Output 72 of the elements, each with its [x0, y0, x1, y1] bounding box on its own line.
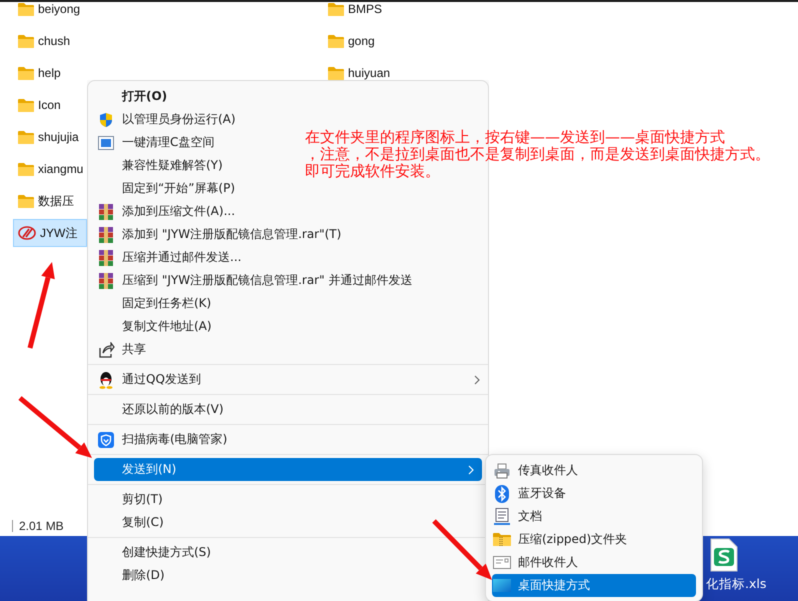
desktop-icon	[493, 579, 511, 592]
menu-item[interactable]: 压缩并通过邮件发送...	[122, 249, 242, 266]
archive-icon	[98, 204, 114, 220]
menu-item[interactable]: 复制文件地址(A)	[122, 318, 212, 335]
menu-item[interactable]: 压缩到 "JYW注册版配镜信息管理.rar" 并通过邮件发送	[122, 272, 412, 289]
document-icon	[494, 508, 510, 525]
menu-item[interactable]: 固定到任务栏(K)	[122, 295, 212, 312]
app-icon	[18, 226, 36, 240]
menu-item[interactable]: 以管理员身份运行(A)	[122, 111, 236, 128]
menu-item[interactable]: 兼容性疑难解答(Y)	[122, 157, 223, 174]
menu-item[interactable]: 发送到(N)	[94, 458, 482, 481]
menu-item[interactable]: 邮件收件人	[518, 554, 578, 571]
chevron-icon	[474, 374, 480, 384]
file-item[interactable]: huiyuan	[328, 66, 390, 80]
bluetooth-icon	[495, 484, 509, 502]
shield-icon	[98, 112, 114, 128]
file-item[interactable]: gong	[328, 34, 375, 48]
file-item[interactable]: beiyong	[18, 2, 80, 16]
spreadsheet-icon	[709, 538, 739, 572]
chevron-icon	[468, 464, 474, 474]
menu-item[interactable]: 删除(D)	[122, 567, 165, 584]
file-size: 2.01 MB	[19, 519, 64, 533]
file-item[interactable]: 数据压	[18, 192, 74, 210]
folder-icon	[18, 130, 34, 144]
menu-item[interactable]: 打开(O)	[122, 88, 168, 105]
window-icon	[98, 136, 114, 150]
menu-item[interactable]: 添加到压缩文件(A)...	[122, 203, 236, 220]
menu-item[interactable]: 传真收件人	[518, 462, 578, 479]
desktop-icon-label[interactable]: 化指标.xls	[706, 576, 766, 593]
share-icon	[98, 342, 114, 358]
annotation-text: 即可完成软件安装。	[305, 163, 441, 180]
menu-item[interactable]: 通过QQ发送到	[122, 371, 201, 388]
menu-item[interactable]: 共享	[122, 341, 146, 358]
menu-item[interactable]: 剪切(T)	[122, 491, 163, 508]
annotation-text: 在文件夹里的程序图标上，按右键——发送到——桌面快捷方式	[305, 129, 726, 146]
menu-item[interactable]: 添加到 "JYW注册版配镜信息管理.rar"(T)	[122, 226, 342, 243]
menu-item[interactable]: 复制(C)	[122, 514, 164, 531]
file-item[interactable]: xiangmu	[18, 162, 84, 176]
menu-item[interactable]: 桌面快捷方式	[492, 574, 696, 597]
menu-item[interactable]: 压缩(zipped)文件夹	[518, 531, 628, 548]
folder-icon	[18, 2, 34, 16]
file-item[interactable]: Icon	[18, 98, 61, 112]
file-item[interactable]: help	[18, 66, 61, 80]
menu-item[interactable]: 一键清理C盘空间	[122, 134, 214, 151]
shield-check-icon	[98, 432, 114, 448]
file-item[interactable]: JYW注	[13, 219, 87, 247]
folder-icon	[18, 34, 34, 48]
annotation-text: ，注意，不是拉到桌面也不是复制到桌面，而是发送到桌面快捷方式。	[305, 146, 770, 163]
folder-icon	[328, 34, 344, 48]
annotation-arrow	[432, 519, 492, 580]
archive-icon	[98, 272, 114, 288]
printer-icon	[494, 462, 510, 478]
folder-icon	[18, 194, 34, 208]
folder-icon	[18, 98, 34, 112]
file-item[interactable]: BMPS	[328, 2, 382, 16]
file-item[interactable]: chush	[18, 34, 70, 48]
menu-item[interactable]: 创建快捷方式(S)	[122, 544, 211, 561]
menu-item[interactable]: 蓝牙设备	[518, 485, 566, 502]
zip-folder-icon	[493, 532, 511, 547]
folder-icon	[18, 162, 34, 176]
folder-icon	[328, 66, 344, 80]
menu-item[interactable]: 文档	[518, 508, 542, 525]
envelope-icon	[493, 556, 511, 569]
menu-item[interactable]: 扫描病毒(电脑管家)	[122, 431, 228, 448]
penguin-icon	[98, 370, 114, 388]
folder-icon	[328, 2, 344, 16]
menu-item[interactable]: 固定到“开始”屏幕(P)	[122, 180, 236, 197]
archive-icon	[98, 226, 114, 242]
menu-item[interactable]: 还原以前的版本(V)	[122, 401, 224, 418]
folder-icon	[18, 66, 34, 80]
file-item[interactable]: shujujia	[18, 130, 79, 144]
archive-icon	[98, 250, 114, 266]
